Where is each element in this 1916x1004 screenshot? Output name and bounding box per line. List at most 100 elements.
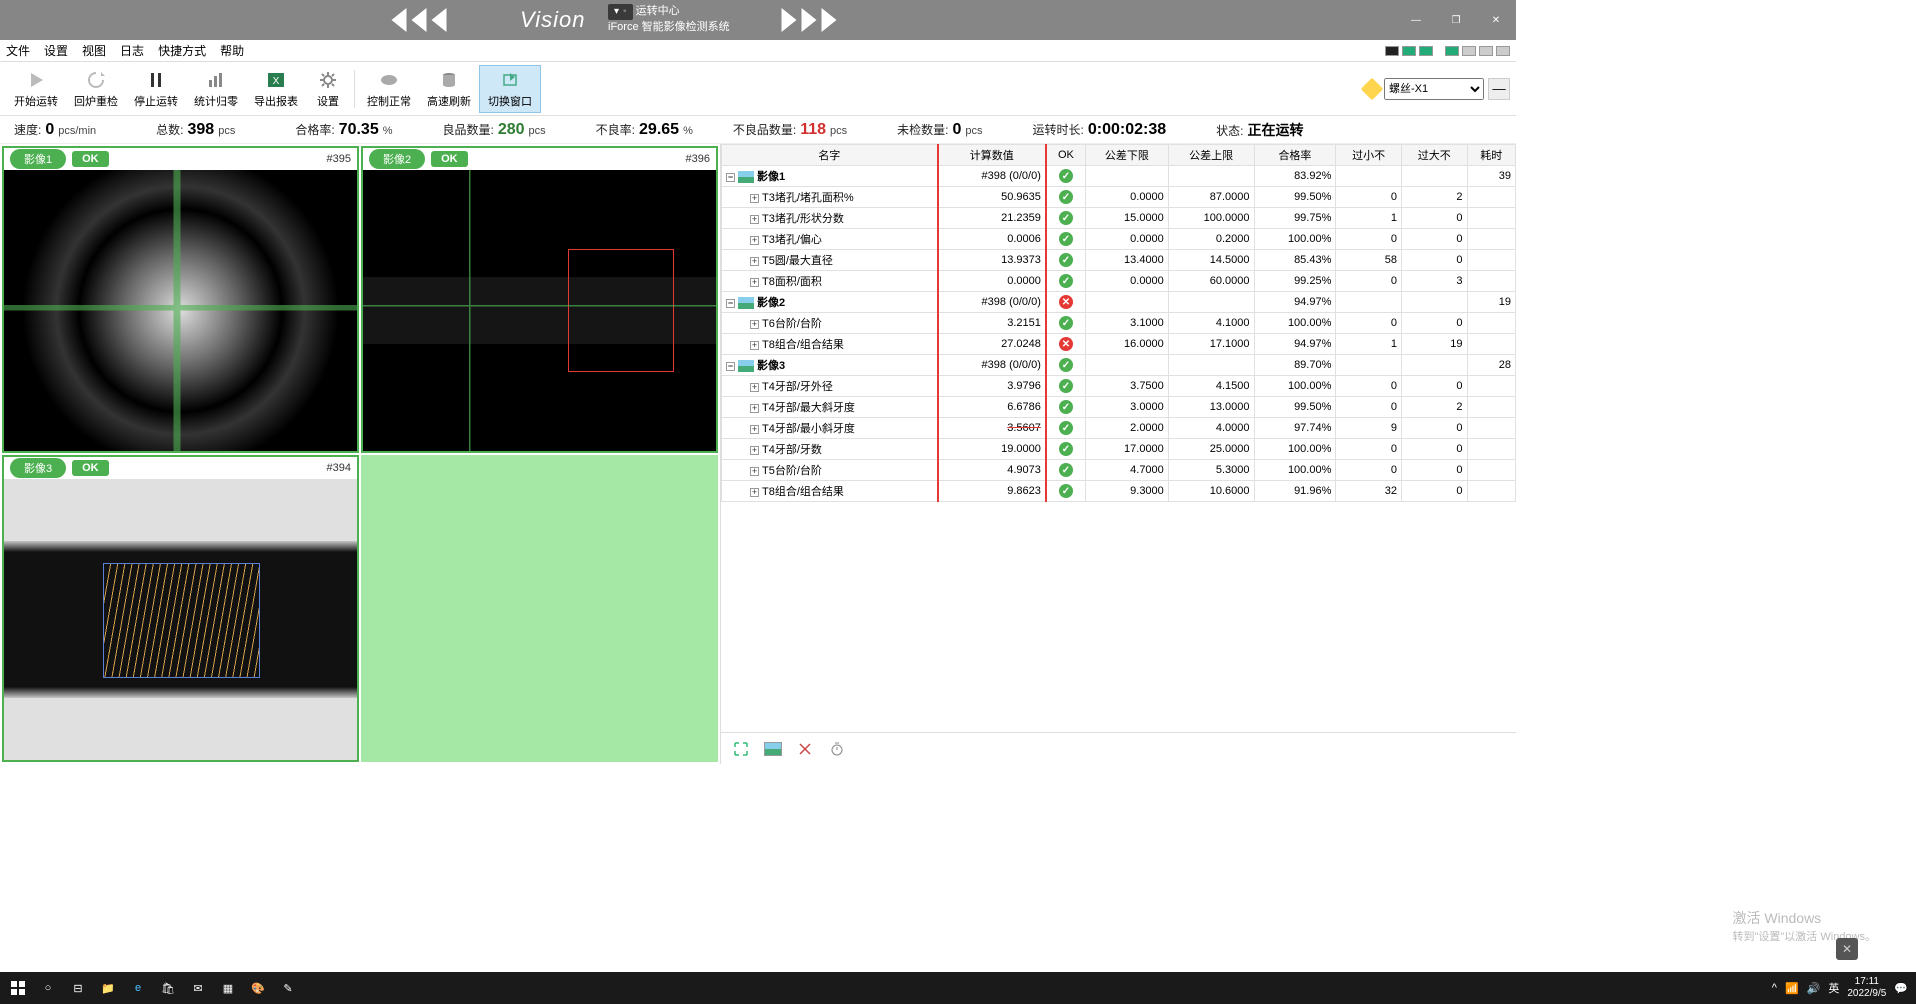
check-icon: ✓ [1059,421,1073,435]
check-icon: ✓ [1059,400,1073,414]
chart-icon [205,69,227,91]
table-row[interactable]: +T4牙部/最大斜牙度6.6786✓3.000013.000099.50%02 [722,397,1516,418]
table-row[interactable]: +T4牙部/牙外径3.9796✓3.75004.1500100.00%00 [722,376,1516,397]
center-dropdown[interactable]: ▾ ▪ [608,4,633,20]
table-row[interactable]: +T8面积/面积0.0000✓0.000060.000099.25%03 [722,271,1516,292]
menu-设置[interactable]: 设置 [44,42,68,59]
menu-快捷方式[interactable]: 快捷方式 [158,42,206,59]
image-button[interactable] [761,737,785,761]
camera-3-label: 影像3 [10,458,66,478]
cross-icon: ✕ [1059,295,1073,309]
table-row[interactable]: +T5台阶/台阶4.9073✓4.70005.3000100.00%00 [722,460,1516,481]
table-row[interactable]: +T4牙部/牙数19.0000✓17.000025.0000100.00%00 [722,439,1516,460]
table-row[interactable]: +T8组合/组合结果27.0248✕16.000017.100094.97%11… [722,334,1516,355]
stats-bar: 速度:0pcs/min 总数:398pcs 合格率:70.35% 良品数量:28… [0,116,1516,144]
toolbar-stop-button[interactable]: 停止运转 [126,65,186,113]
timer-button[interactable] [825,737,849,761]
titlebar-subinfo: ▾ ▪ 运转中心 iForce 智能影像检测系统 [608,4,730,34]
wifi-icon[interactable]: 📶 [1785,982,1799,995]
camera-1-label: 影像1 [10,149,66,169]
stat-untested: 未检数量:0pcs [897,121,982,139]
col-header[interactable]: 名字 [722,145,938,166]
tray-chevron-icon[interactable]: ^ [1772,982,1777,994]
notifications-icon[interactable]: 💬 [1894,982,1908,995]
col-header[interactable]: 计算数值 [938,145,1046,166]
ime-indicator[interactable]: 英 [1828,980,1839,996]
windows-taskbar: ○ ⊟ 📁 e 🛍 ✉ ▦ 🎨 ✎ ^ 📶 🔊 英 17:112022/9/5 … [0,972,1916,1004]
table-row[interactable]: +T3堵孔/形状分数21.2359✓15.0000100.000099.75%1… [722,208,1516,229]
toolbar-hand-button[interactable]: 控制正常 [359,65,419,113]
toolbar-window-button[interactable]: 切换窗口 [479,65,541,113]
toolbar-gear-button[interactable]: 设置 [306,65,350,113]
notification-toast[interactable]: ✕ [1836,938,1858,960]
menu-帮助[interactable]: 帮助 [220,42,244,59]
menu-视图[interactable]: 视图 [82,42,106,59]
check-icon: ✓ [1059,169,1073,183]
stat-speed: 速度:0pcs/min [14,121,96,139]
volume-icon[interactable]: 🔊 [1807,982,1821,995]
camera-3-image [4,479,357,760]
table-group-row[interactable]: −影像1#398 (0/0/0)✓83.92%39 [722,166,1516,187]
table-row[interactable]: +T5圆/最大直径13.9373✓13.400014.500085.43%580 [722,250,1516,271]
tools-button[interactable] [793,737,817,761]
edge-icon[interactable]: e [124,974,152,1002]
toolbar-chart-button[interactable]: 统计归零 [186,65,246,113]
stop-icon [145,69,167,91]
menu-日志[interactable]: 日志 [120,42,144,59]
camera-2[interactable]: 影像2 OK #396 [361,146,718,453]
fit-button[interactable] [729,737,753,761]
col-header[interactable]: 公差下限 [1086,145,1169,166]
check-icon: ✓ [1059,274,1073,288]
app-icon-3[interactable]: ✎ [274,974,302,1002]
menubar: 文件设置视图日志快捷方式帮助 [0,40,1516,62]
check-icon: ✓ [1059,211,1073,225]
table-row[interactable]: +T3堵孔/偏心0.0006✓0.00000.2000100.00%00 [722,229,1516,250]
app-icon-1[interactable]: ▦ [214,974,242,1002]
stat-good-qty: 良品数量:280pcs [443,121,546,139]
check-icon: ✓ [1059,442,1073,456]
col-header[interactable]: 过小不 [1336,145,1402,166]
camera-1[interactable]: 影像1 OK #395 [2,146,359,453]
mail-icon[interactable]: ✉ [184,974,212,1002]
table-row[interactable]: +T4牙部/最小斜牙度3.5607✓2.00004.000097.74%90 [722,418,1516,439]
toolbar-db-button[interactable]: 高速刷新 [419,65,479,113]
nav-next-group[interactable] [780,8,838,32]
app-icon-2[interactable]: 🎨 [244,974,272,1002]
product-select[interactable]: 螺丝-X1 [1384,78,1484,100]
search-button[interactable]: ○ [34,974,62,1002]
menu-文件[interactable]: 文件 [6,42,30,59]
check-icon: ✓ [1059,316,1073,330]
cross-icon: ✕ [1059,337,1073,351]
explorer-icon[interactable]: 📁 [94,974,122,1002]
col-header[interactable]: 耗时 [1467,145,1515,166]
table-group-row[interactable]: −影像3#398 (0/0/0)✓89.70%28 [722,355,1516,376]
toolbar-recycle-button[interactable]: 回炉重检 [66,65,126,113]
table-group-row[interactable]: −影像2#398 (0/0/0)✕94.97%19 [722,292,1516,313]
task-view-button[interactable]: ⊟ [64,974,92,1002]
tag-icon [1361,77,1384,100]
store-icon[interactable]: 🛍 [154,974,182,1002]
minimize-button[interactable]: ― [1396,11,1436,29]
nav-prev-group[interactable] [390,8,448,32]
toolbar-excel-button[interactable]: X导出报表 [246,65,306,113]
col-header[interactable]: 合格率 [1254,145,1336,166]
camera-2-image [363,170,716,451]
table-row[interactable]: +T3堵孔/堵孔面积%50.9635✓0.000087.000099.50%02 [722,187,1516,208]
camera-3-frame: #394 [327,462,351,474]
maximize-button[interactable]: ❐ [1436,11,1476,29]
camera-3[interactable]: 影像3 OK #394 [2,455,359,762]
combo-extra-button[interactable]: ― [1488,78,1510,100]
col-header[interactable]: OK [1046,145,1086,166]
col-header[interactable]: 过大不 [1401,145,1467,166]
camera-1-image [4,170,357,451]
toolbar-play-button[interactable]: 开始运转 [6,65,66,113]
col-header[interactable]: 公差上限 [1168,145,1254,166]
window-icon [499,69,521,91]
stat-bad-rate: 不良率:29.65% [596,121,693,139]
start-button[interactable] [4,974,32,1002]
excel-icon: X [265,69,287,91]
table-row[interactable]: +T8组合/组合结果9.8623✓9.300010.600091.96%320 [722,481,1516,502]
table-row[interactable]: +T6台阶/台阶3.2151✓3.10004.1000100.00%00 [722,313,1516,334]
taskbar-clock[interactable]: 17:112022/9/5 [1847,976,1886,1000]
close-button[interactable]: ✕ [1476,11,1516,29]
